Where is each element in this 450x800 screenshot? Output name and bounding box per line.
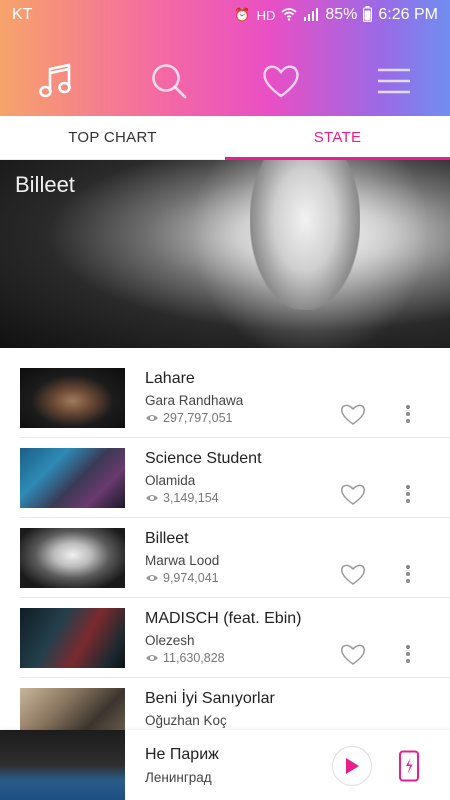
player-song-artist: Ленинград <box>145 770 212 785</box>
nav-favorites-button[interactable] <box>249 49 313 113</box>
song-views: 297,797,051 <box>145 411 233 425</box>
heart-icon <box>263 65 299 98</box>
banner-title: Billeet <box>15 172 75 197</box>
song-views: 9,974,041 <box>145 571 219 585</box>
play-icon <box>346 758 359 774</box>
song-artist: Marwa Lood <box>145 553 220 568</box>
favorite-heart-icon[interactable] <box>340 482 366 506</box>
nav-music-button[interactable] <box>24 49 88 113</box>
song-thumbnail <box>20 528 125 588</box>
nav-menu-button[interactable] <box>362 49 426 113</box>
views-count: 3,149,154 <box>163 491 219 505</box>
banner-image-face <box>250 160 360 310</box>
views-count: 11,630,828 <box>163 651 225 665</box>
eye-icon <box>146 575 158 581</box>
phone-ringtone-icon[interactable] <box>398 750 420 782</box>
views-count: 9,974,041 <box>163 571 219 585</box>
song-thumbnail <box>20 368 125 428</box>
eye-icon <box>146 415 158 421</box>
more-options-icon[interactable] <box>405 404 411 424</box>
song-list: Lahare Gara Randhawa 297,797,051 Science… <box>0 358 450 758</box>
song-artist: Olezesh <box>145 633 195 648</box>
song-artist: Olamida <box>145 473 196 488</box>
status-bar: KT ⏰ HD 85% 6:26 PM <box>0 0 450 30</box>
favorite-heart-icon[interactable] <box>340 642 366 666</box>
song-artist: Gara Randhawa <box>145 393 244 408</box>
player-song-title: Не Париж <box>145 746 219 763</box>
player-thumbnail <box>0 730 125 800</box>
favorite-heart-icon[interactable] <box>340 402 366 426</box>
more-options-icon[interactable] <box>405 644 411 664</box>
song-thumbnail <box>20 608 125 668</box>
views-count: 297,797,051 <box>163 411 233 425</box>
tab-state[interactable]: STATE <box>225 116 450 160</box>
music-note-icon <box>39 63 72 98</box>
song-title: Lahare <box>145 370 195 387</box>
carrier-label: KT <box>12 6 33 23</box>
eye-icon <box>146 655 158 661</box>
eye-icon <box>146 495 158 501</box>
mini-player[interactable]: Не Париж Ленинград <box>0 730 450 800</box>
nav-search-button[interactable] <box>137 49 201 113</box>
song-views: 3,149,154 <box>145 491 219 505</box>
more-options-icon[interactable] <box>405 564 411 584</box>
tab-top-chart[interactable]: TOP CHART <box>0 116 225 159</box>
app-header: KT ⏰ HD 85% 6:26 PM <box>0 0 450 116</box>
song-artist: Oğuzhan Koç <box>145 713 227 728</box>
list-item[interactable]: Lahare Gara Randhawa 297,797,051 <box>20 358 450 438</box>
search-icon <box>151 64 187 99</box>
menu-icon <box>377 68 410 94</box>
song-title: Science Student <box>145 450 262 467</box>
song-title: Billeet <box>145 530 189 547</box>
song-thumbnail <box>20 448 125 508</box>
battery-icon <box>363 5 373 25</box>
featured-banner[interactable]: Billeet <box>0 160 450 348</box>
list-item[interactable]: MADISCH (feat. Ebin) Olezesh 11,630,828 <box>20 598 450 678</box>
hd-badge: HD <box>256 7 276 23</box>
clock-time: 6:26 PM <box>378 6 438 23</box>
favorite-heart-icon[interactable] <box>340 562 366 586</box>
signal-icon <box>303 7 319 24</box>
song-title: MADISCH (feat. Ebin) <box>145 610 302 627</box>
song-title: Beni İyi Sanıyorlar <box>145 690 275 707</box>
tab-bar: TOP CHART STATE <box>0 116 450 160</box>
main-navigation <box>0 46 450 116</box>
alarm-icon: ⏰ <box>234 7 251 22</box>
play-button[interactable] <box>332 746 372 786</box>
more-options-icon[interactable] <box>405 484 411 504</box>
battery-percent: 85% <box>325 6 358 23</box>
wifi-icon <box>281 7 297 24</box>
list-item[interactable]: Billeet Marwa Lood 9,974,041 <box>20 518 450 598</box>
song-views: 11,630,828 <box>145 651 225 665</box>
list-item[interactable]: Science Student Olamida 3,149,154 <box>20 438 450 518</box>
